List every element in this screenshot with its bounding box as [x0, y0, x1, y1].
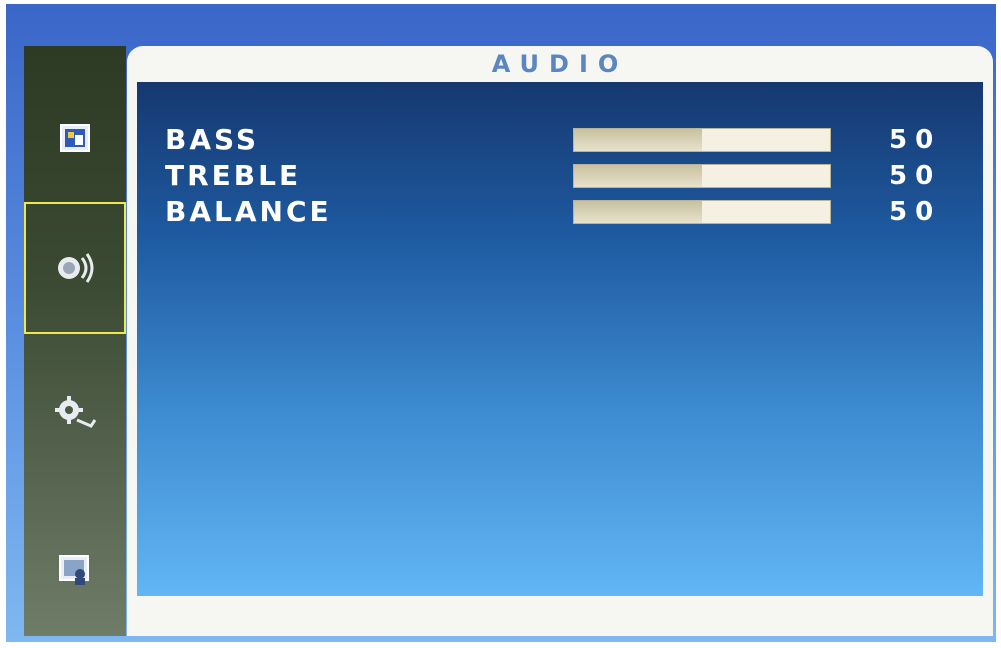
sidebar-item-audio[interactable]	[24, 202, 126, 334]
bass-slider-fill	[574, 129, 702, 151]
setting-row-balance[interactable]: BALANCE 50	[137, 194, 983, 230]
treble-slider[interactable]	[573, 164, 831, 188]
display-person-icon	[59, 555, 89, 585]
sidebar-item-display[interactable]	[24, 504, 126, 636]
bass-slider[interactable]	[573, 128, 831, 152]
balance-slider-fill	[574, 201, 702, 223]
audio-speaker-icon	[58, 253, 94, 283]
settings-gear-icon	[55, 396, 97, 428]
balance-label: BALANCE	[165, 195, 332, 228]
balance-slider[interactable]	[573, 200, 831, 224]
treble-value: 50	[889, 161, 942, 191]
panel-title: AUDIO	[491, 50, 629, 78]
treble-label: TREBLE	[165, 159, 302, 192]
treble-slider-fill	[574, 165, 702, 187]
osd-screen: AUDIO BASS 50 TREBLE 50 BALANCE 50	[6, 4, 996, 642]
audio-settings-list: BASS 50 TREBLE 50 BALANCE 50	[137, 82, 983, 596]
sidebar-item-picture[interactable]	[24, 72, 126, 204]
bass-value: 50	[889, 125, 942, 155]
setting-row-treble[interactable]: TREBLE 50	[137, 158, 983, 194]
balance-value: 50	[889, 197, 942, 227]
osd-sidebar	[24, 46, 126, 636]
setting-row-bass[interactable]: BASS 50	[137, 122, 983, 158]
sidebar-item-settings[interactable]	[24, 346, 126, 478]
audio-panel: AUDIO BASS 50 TREBLE 50 BALANCE 50	[127, 46, 993, 636]
bass-label: BASS	[165, 123, 260, 156]
picture-icon	[60, 124, 90, 152]
